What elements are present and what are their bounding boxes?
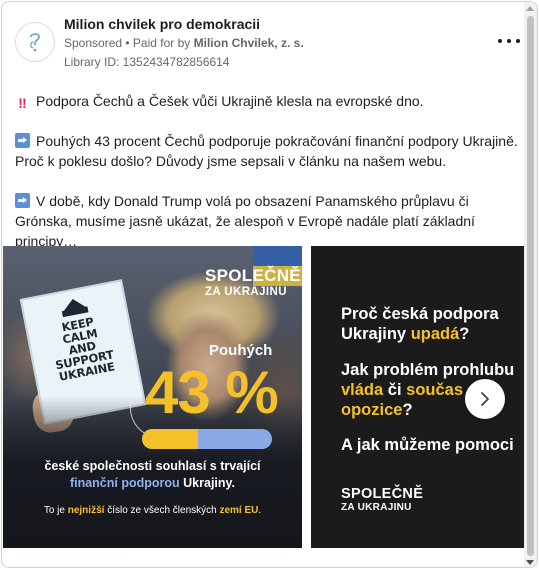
q1-line-1: Proč česká podpora [341, 305, 499, 323]
slide2-question-3: A jak můžeme pomoci [341, 436, 514, 454]
slide1-footnote: To je nejnižší číslo ze všech členských … [3, 505, 302, 516]
foot-part: . [258, 505, 262, 516]
vertical-scrollbar[interactable] [524, 2, 537, 567]
caption-highlight: finanční podporou [69, 476, 180, 490]
sponsored-label: Sponsored [64, 36, 123, 50]
double-exclamation-icon: ‼ [18, 95, 27, 111]
scroll-up-arrow-icon[interactable] [526, 6, 534, 11]
library-id: Library ID: 1352434782856614 [64, 55, 230, 69]
slide2-question-1: Proč česká podpora Ukrajiny upadá? [341, 304, 499, 344]
chevron-right-icon [481, 392, 489, 406]
q1-highlight: upadá [410, 325, 460, 343]
more-dot [507, 39, 511, 43]
foot-part: číslo ze všech členských [104, 505, 220, 516]
slide1-caption-line-2: finanční podporou Ukrajiny. [3, 476, 302, 490]
post-paragraph: V době, kdy Donald Trump volá po obsazen… [15, 191, 527, 251]
more-horizontal-icon [498, 39, 502, 43]
brand-line-1: SPOLEČNĚ [205, 266, 301, 285]
paid-for-by-prefix: • Paid for by [122, 36, 194, 50]
q1-line-2: Ukrajiny upadá? [341, 324, 499, 344]
support-progress-bar [142, 429, 272, 449]
q1-mark: ? [459, 325, 470, 343]
q2-line-1: Jak problém prohlubu [341, 361, 515, 379]
avatar-logo-icon [30, 33, 40, 52]
right-arrow-icon [15, 193, 30, 208]
pouhych-label: Pouhých [209, 342, 273, 359]
q2-text: či [383, 381, 407, 399]
q2-highlight: součas [406, 381, 464, 399]
foot-part: To je [43, 505, 68, 516]
caption-rest: Ukrajiny. [179, 476, 236, 490]
ad-post-card: Milion chvilek pro demokracii Sponsored … [1, 1, 538, 568]
q2-mark: ? [402, 401, 413, 419]
right-arrow-icon [15, 133, 30, 148]
slide1-brand-logo: SPOLEČNĚ ZA UKRAJINU [205, 266, 301, 300]
paid-for-by-name: Milion Chvilek, z. s. [193, 36, 304, 50]
brand-line-1: SPOLEČNĚ [341, 486, 424, 502]
post-text: ‼ Podpora Čechů a Češek vůči Ukrajině kle… [15, 91, 527, 271]
scroll-thumb[interactable] [527, 16, 534, 556]
paragraph-text: Podpora Čechů a Češek vůči Ukrajině kles… [36, 93, 424, 109]
page-avatar[interactable] [15, 22, 55, 62]
foot-highlight: zemí EU [219, 505, 259, 516]
q1-text: Ukrajiny [341, 325, 411, 343]
slide2-brand-logo: SPOLEČNĚ ZA UKRAJINU [341, 487, 423, 515]
slide1-caption-line-1: české společnosti souhlasí s trvající [44, 459, 261, 473]
crown-icon [60, 297, 89, 318]
scroll-down-arrow-icon[interactable] [526, 560, 534, 565]
brand-line-2: ZA UKRAJINU [341, 502, 412, 513]
post-paragraph: ‼ Podpora Čechů a Češek vůči Ukrajině kle… [15, 91, 527, 111]
page-name-link[interactable]: Milion chvilek pro demokracii [64, 16, 260, 32]
carousel-next-button[interactable] [465, 379, 505, 419]
q2-highlight: opozice [341, 401, 403, 419]
more-dot [516, 39, 520, 43]
carousel-slide-1[interactable]: KEEP CALM AND SUPPORT UKRAINE SPOLEČNĚ Z… [3, 246, 302, 548]
sponsored-line: Sponsored • Paid for by Milion Chvilek, … [64, 36, 304, 50]
brand-line-2: ZA UKRAJINU [205, 286, 287, 298]
paragraph-text: V době, kdy Donald Trump volá po obsazen… [15, 193, 475, 249]
ad-carousel[interactable]: KEEP CALM AND SUPPORT UKRAINE SPOLEČNĚ Z… [2, 246, 537, 548]
progress-fill [142, 429, 198, 449]
more-options-button[interactable] [498, 33, 520, 49]
foot-highlight: nejnižší [67, 505, 105, 516]
q2-highlight: vláda [341, 381, 384, 399]
post-paragraph: Pouhých 43 procent Čechů podporuje pokra… [15, 131, 527, 171]
paragraph-text: Pouhých 43 procent Čechů podporuje pokra… [15, 133, 518, 169]
